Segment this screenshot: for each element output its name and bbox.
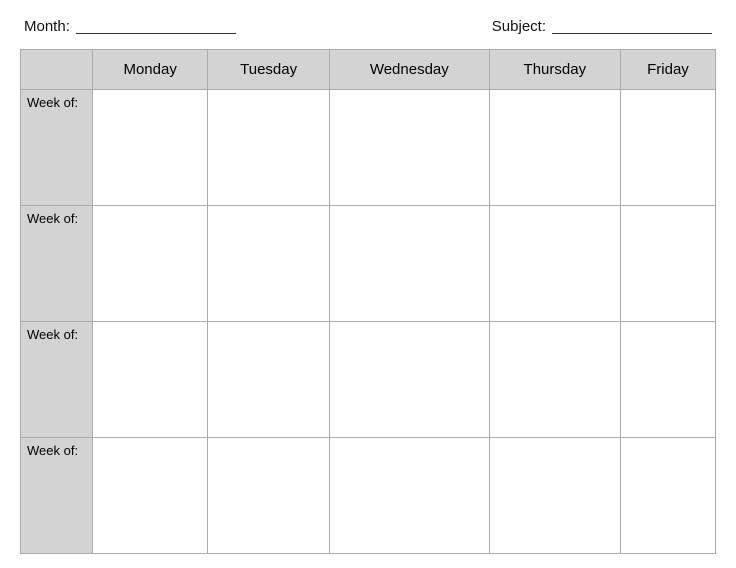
week-of-label: Week of: <box>21 206 93 322</box>
week-of-label: Week of: <box>21 438 93 554</box>
cell-row1-wednesday[interactable] <box>329 90 489 206</box>
cell-row2-friday[interactable] <box>620 206 715 322</box>
col-thursday: Thursday <box>489 50 620 90</box>
col-monday: Monday <box>93 50 208 90</box>
subject-label: Subject: <box>492 18 546 35</box>
month-label: Month: <box>24 18 70 35</box>
cell-row4-wednesday[interactable] <box>329 438 489 554</box>
cell-row2-tuesday[interactable] <box>208 206 330 322</box>
table-row: Week of: <box>21 438 716 554</box>
col-wednesday: Wednesday <box>329 50 489 90</box>
week-of-label: Week of: <box>21 322 93 438</box>
week-of-label: Week of: <box>21 90 93 206</box>
cell-row1-tuesday[interactable] <box>208 90 330 206</box>
cell-row4-thursday[interactable] <box>489 438 620 554</box>
header-row: Monday Tuesday Wednesday Thursday Friday <box>21 50 716 90</box>
cell-row3-wednesday[interactable] <box>329 322 489 438</box>
cell-row2-monday[interactable] <box>93 206 208 322</box>
cell-row4-monday[interactable] <box>93 438 208 554</box>
cell-row1-thursday[interactable] <box>489 90 620 206</box>
subject-underline[interactable] <box>552 20 712 34</box>
month-underline[interactable] <box>76 20 236 34</box>
header: Month: Subject: <box>20 18 716 35</box>
cell-row2-wednesday[interactable] <box>329 206 489 322</box>
cell-row2-thursday[interactable] <box>489 206 620 322</box>
month-field: Month: <box>24 18 236 35</box>
subject-field: Subject: <box>492 18 712 35</box>
cell-row3-friday[interactable] <box>620 322 715 438</box>
cell-row3-thursday[interactable] <box>489 322 620 438</box>
corner-header <box>21 50 93 90</box>
cell-row4-friday[interactable] <box>620 438 715 554</box>
page: Month: Subject: Monday Tuesday Wednesday… <box>0 0 736 568</box>
cell-row3-monday[interactable] <box>93 322 208 438</box>
calendar-table: Monday Tuesday Wednesday Thursday Friday… <box>20 49 716 554</box>
col-tuesday: Tuesday <box>208 50 330 90</box>
table-row: Week of: <box>21 322 716 438</box>
col-friday: Friday <box>620 50 715 90</box>
cell-row3-tuesday[interactable] <box>208 322 330 438</box>
table-row: Week of: <box>21 90 716 206</box>
cell-row1-monday[interactable] <box>93 90 208 206</box>
cell-row1-friday[interactable] <box>620 90 715 206</box>
table-row: Week of: <box>21 206 716 322</box>
cell-row4-tuesday[interactable] <box>208 438 330 554</box>
